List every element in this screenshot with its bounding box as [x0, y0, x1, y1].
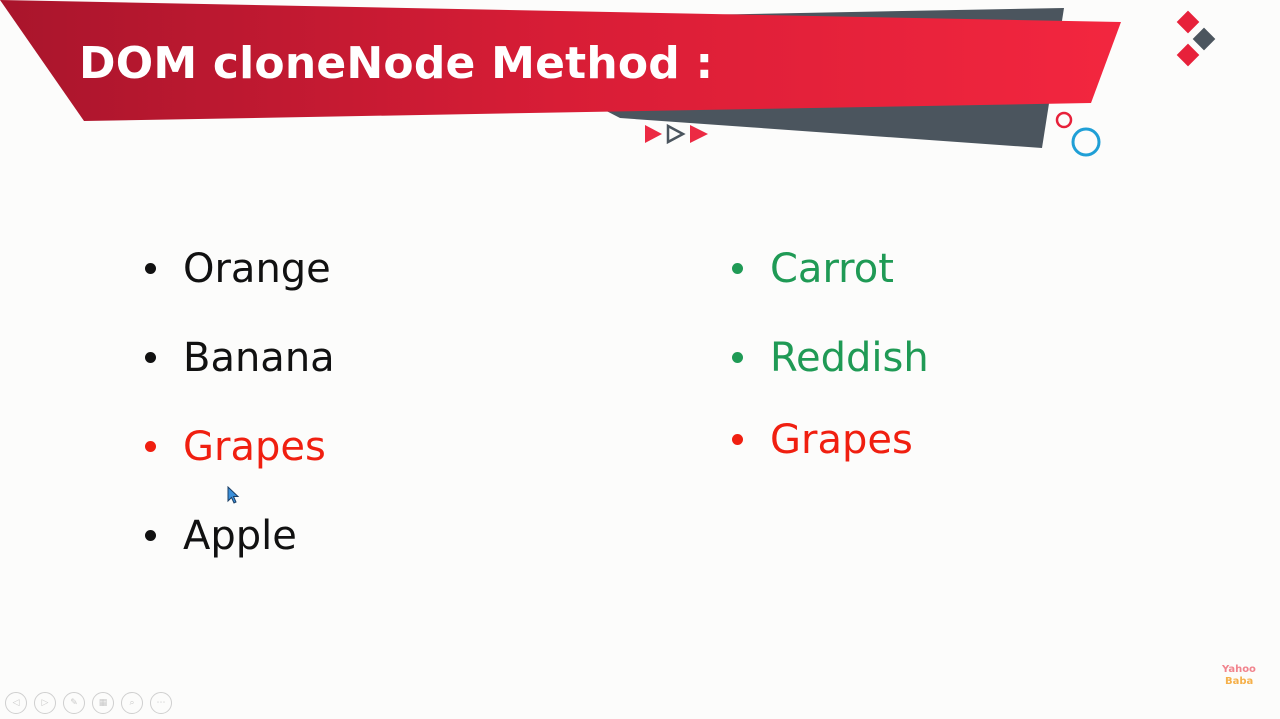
- next-slide-button[interactable]: ▷: [34, 692, 56, 714]
- play-arrows-icon: [645, 123, 708, 145]
- list-item-text: Apple: [183, 513, 297, 559]
- bullet-icon: [145, 263, 156, 274]
- bullet-icon: [732, 263, 743, 274]
- mouse-cursor-icon: [227, 486, 240, 504]
- presentation-controls: ◁ ▷ ✎ ▦ ⌕ ⋯: [5, 692, 172, 714]
- more-options-button[interactable]: ⋯: [150, 692, 172, 714]
- zoom-button[interactable]: ⌕: [121, 692, 143, 714]
- bullet-icon: [145, 530, 156, 541]
- bullet-icon: [145, 441, 156, 452]
- list-item-text: Carrot: [770, 246, 894, 292]
- diamonds-icon: [1176, 10, 1216, 67]
- previous-slide-button[interactable]: ◁: [5, 692, 27, 714]
- grid-icon: ▦: [98, 697, 108, 708]
- ellipsis-icon: ⋯: [156, 697, 166, 708]
- blue-circle-icon: [1071, 127, 1101, 157]
- list-item-text: Banana: [183, 335, 335, 381]
- list-item-text: Reddish: [770, 335, 929, 381]
- bullet-icon: [732, 434, 743, 445]
- slides-overview-button[interactable]: ▦: [92, 692, 114, 714]
- arrow-left-icon: ◁: [12, 697, 20, 708]
- pen-icon: ✎: [70, 697, 78, 708]
- bullet-icon: [145, 352, 156, 363]
- slide-title: DOM cloneNode Method :: [79, 38, 714, 89]
- small-red-circle-icon: [1055, 111, 1073, 129]
- magnifier-icon: ⌕: [129, 697, 135, 708]
- logo-line-2: Baba: [1225, 676, 1254, 687]
- yahoo-baba-logo: Yahoo Baba: [1222, 664, 1262, 688]
- list-item-text: Grapes: [183, 424, 326, 470]
- bullet-icon: [732, 352, 743, 363]
- logo-line-1: Yahoo: [1222, 664, 1256, 675]
- arrow-right-icon: ▷: [41, 697, 49, 708]
- list-item-text: Orange: [183, 246, 331, 292]
- pen-button[interactable]: ✎: [63, 692, 85, 714]
- presentation-slide: DOM cloneNode Method : Orange Banana Gra…: [0, 0, 1280, 719]
- list-item-text: Grapes: [770, 417, 913, 463]
